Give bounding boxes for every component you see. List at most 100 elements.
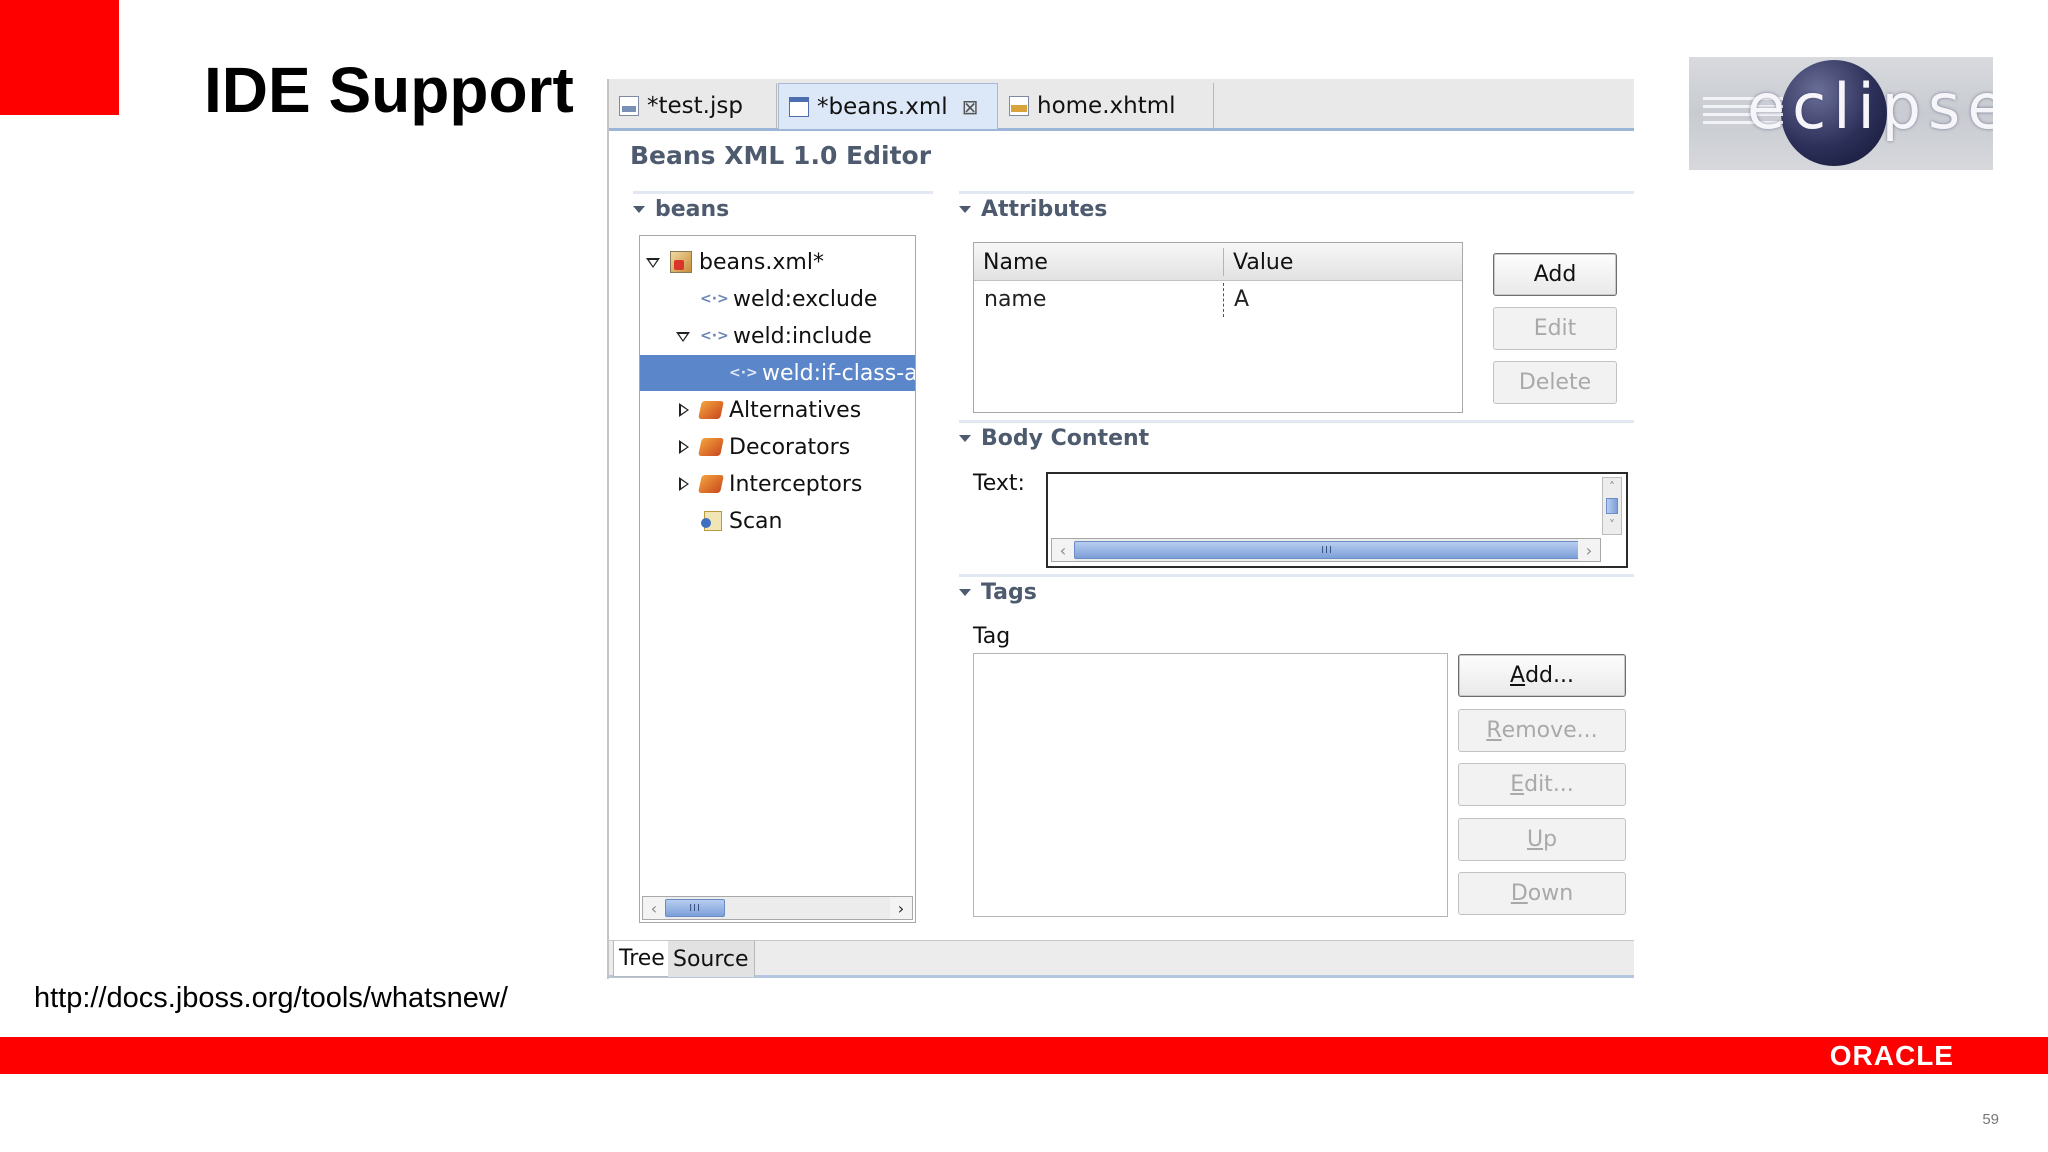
eclipse-logo: eclipse: [1689, 57, 1993, 170]
expand-triangle-icon[interactable]: [646, 255, 660, 269]
collapsed-triangle-icon[interactable]: [676, 440, 690, 454]
section-header-attributes[interactable]: Attributes: [959, 191, 1634, 222]
close-icon[interactable]: ⊠: [962, 95, 979, 119]
scroll-thumb[interactable]: [1606, 498, 1618, 514]
tab-label: home.xhtml: [1037, 93, 1176, 119]
expand-triangle-icon[interactable]: [676, 329, 690, 343]
tab-beans-xml[interactable]: *beans.xml ⊠: [778, 83, 998, 129]
collapsed-triangle-icon[interactable]: [676, 477, 690, 491]
interceptors-icon: [698, 475, 724, 493]
text-label: Text:: [973, 471, 1025, 496]
tree-item-beans-xml[interactable]: beans.xml*: [640, 244, 915, 280]
tree-item-decorators[interactable]: Decorators: [640, 429, 915, 465]
section-header-tags[interactable]: Tags: [959, 574, 1634, 605]
button-label: dit...: [1524, 772, 1574, 797]
beans-xml-icon: [670, 251, 692, 273]
tab-label: *test.jsp: [647, 93, 743, 119]
scroll-thumb[interactable]: III: [1074, 541, 1580, 559]
jsp-file-icon: [619, 96, 639, 116]
footer-bar: ORACLE: [0, 1037, 2048, 1074]
source-url[interactable]: http://docs.jboss.org/tools/whatsnew/: [34, 982, 508, 1015]
collapse-triangle-icon: [959, 206, 971, 213]
button-mnemonic: R: [1486, 718, 1502, 743]
tab-separator: [776, 83, 777, 129]
edit-attribute-button[interactable]: Edit: [1493, 307, 1617, 350]
section-title: Body Content: [981, 426, 1150, 451]
tree-item-weld-include[interactable]: <·> weld:include: [640, 318, 915, 354]
attribute-name-cell[interactable]: name: [984, 287, 1046, 312]
editor-page-tabs: Tree Source: [609, 940, 1634, 978]
scroll-thumb[interactable]: III: [665, 899, 725, 917]
page-number: 59: [1982, 1111, 1999, 1128]
column-header-value[interactable]: Value: [1224, 243, 1293, 281]
tab-label: *beans.xml: [817, 93, 948, 120]
tab-source[interactable]: Source: [668, 941, 755, 977]
eclipse-editor-window: *test.jsp *beans.xml ⊠ home.xhtml Beans …: [607, 79, 1634, 979]
tree-item-label: weld:if-class-a: [762, 360, 915, 386]
collapse-triangle-icon: [959, 435, 971, 442]
edit-tag-button[interactable]: Edit...: [1458, 763, 1626, 806]
xml-tag-icon: <·>: [700, 328, 729, 344]
tab-home-xhtml[interactable]: home.xhtml: [999, 83, 1214, 129]
button-mnemonic: U: [1526, 827, 1544, 852]
button-label: own: [1527, 881, 1574, 906]
tree-item-weld-if-class-available[interactable]: <·> weld:if-class-a: [640, 355, 915, 391]
button-label: emove...: [1501, 718, 1598, 743]
collapsed-triangle-icon[interactable]: [676, 403, 690, 417]
text-vertical-scrollbar[interactable]: ˄ ˅: [1602, 477, 1622, 535]
attributes-table[interactable]: Name Value name A: [973, 242, 1463, 413]
alternatives-icon: [698, 401, 724, 419]
tree-item-alternatives[interactable]: Alternatives: [640, 392, 915, 428]
cell-divider: [1223, 283, 1224, 317]
add-tag-button[interactable]: Add...: [1458, 654, 1626, 697]
collapse-triangle-icon: [959, 589, 971, 596]
slide-title: IDE Support: [204, 54, 574, 126]
section-title: Tags: [981, 580, 1037, 605]
column-header-name[interactable]: Name: [974, 243, 1048, 281]
tab-separator: [1213, 83, 1214, 129]
tree-item-label: Alternatives: [729, 397, 862, 423]
scroll-left-icon[interactable]: ‹: [1052, 539, 1074, 561]
scroll-down-icon[interactable]: ˅: [1603, 516, 1621, 534]
editor-tab-bar: *test.jsp *beans.xml ⊠ home.xhtml: [609, 79, 1634, 131]
scroll-up-icon[interactable]: ˄: [1603, 478, 1621, 496]
section-title: beans: [655, 197, 730, 222]
attributes-table-header: Name Value: [974, 243, 1462, 281]
xhtml-file-icon: [1009, 96, 1029, 116]
move-tag-down-button[interactable]: Down: [1458, 872, 1626, 915]
add-attribute-button[interactable]: Add: [1493, 253, 1617, 296]
section-title: Attributes: [981, 197, 1108, 222]
move-tag-up-button[interactable]: Up: [1458, 818, 1626, 861]
section-header-body-content[interactable]: Body Content: [959, 420, 1634, 451]
tags-list[interactable]: [973, 653, 1448, 917]
button-mnemonic: D: [1510, 881, 1528, 906]
section-header-beans[interactable]: beans: [633, 191, 933, 222]
tab-test-jsp[interactable]: *test.jsp: [609, 83, 777, 129]
beans-tree[interactable]: beans.xml* <·> weld:exclude <·> weld:inc…: [639, 235, 916, 923]
body-text-area[interactable]: ˄ ˅ ‹ III ›: [1046, 472, 1628, 568]
xml-file-icon: [789, 96, 809, 117]
scroll-right-icon[interactable]: ›: [890, 897, 912, 919]
text-horizontal-scrollbar[interactable]: ‹ III ›: [1051, 538, 1601, 562]
button-mnemonic: E: [1510, 772, 1525, 797]
tree-item-weld-exclude[interactable]: <·> weld:exclude: [640, 281, 915, 317]
tree-item-label: Scan: [729, 508, 783, 534]
tree-item-label: weld:include: [733, 323, 872, 349]
scan-icon: [701, 511, 722, 531]
eclipse-logo-text: eclipse: [1747, 70, 1993, 143]
xml-tag-icon: <·>: [700, 291, 729, 307]
tree-item-scan[interactable]: Scan: [640, 503, 915, 539]
attribute-value-cell[interactable]: A: [1234, 287, 1249, 312]
tree-item-interceptors[interactable]: Interceptors: [640, 466, 915, 502]
tree-horizontal-scrollbar[interactable]: ‹ III ›: [642, 896, 913, 920]
tab-tree[interactable]: Tree: [613, 941, 671, 977]
delete-attribute-button[interactable]: Delete: [1493, 361, 1617, 404]
collapse-triangle-icon: [633, 206, 645, 213]
tree-item-label: Interceptors: [729, 471, 863, 497]
xml-tag-icon: <·>: [729, 365, 758, 381]
remove-tag-button[interactable]: Remove...: [1458, 709, 1626, 752]
button-label: p: [1543, 827, 1558, 852]
scroll-right-icon[interactable]: ›: [1578, 539, 1600, 561]
scroll-left-icon[interactable]: ‹: [643, 897, 665, 919]
button-mnemonic: A: [1510, 663, 1526, 688]
